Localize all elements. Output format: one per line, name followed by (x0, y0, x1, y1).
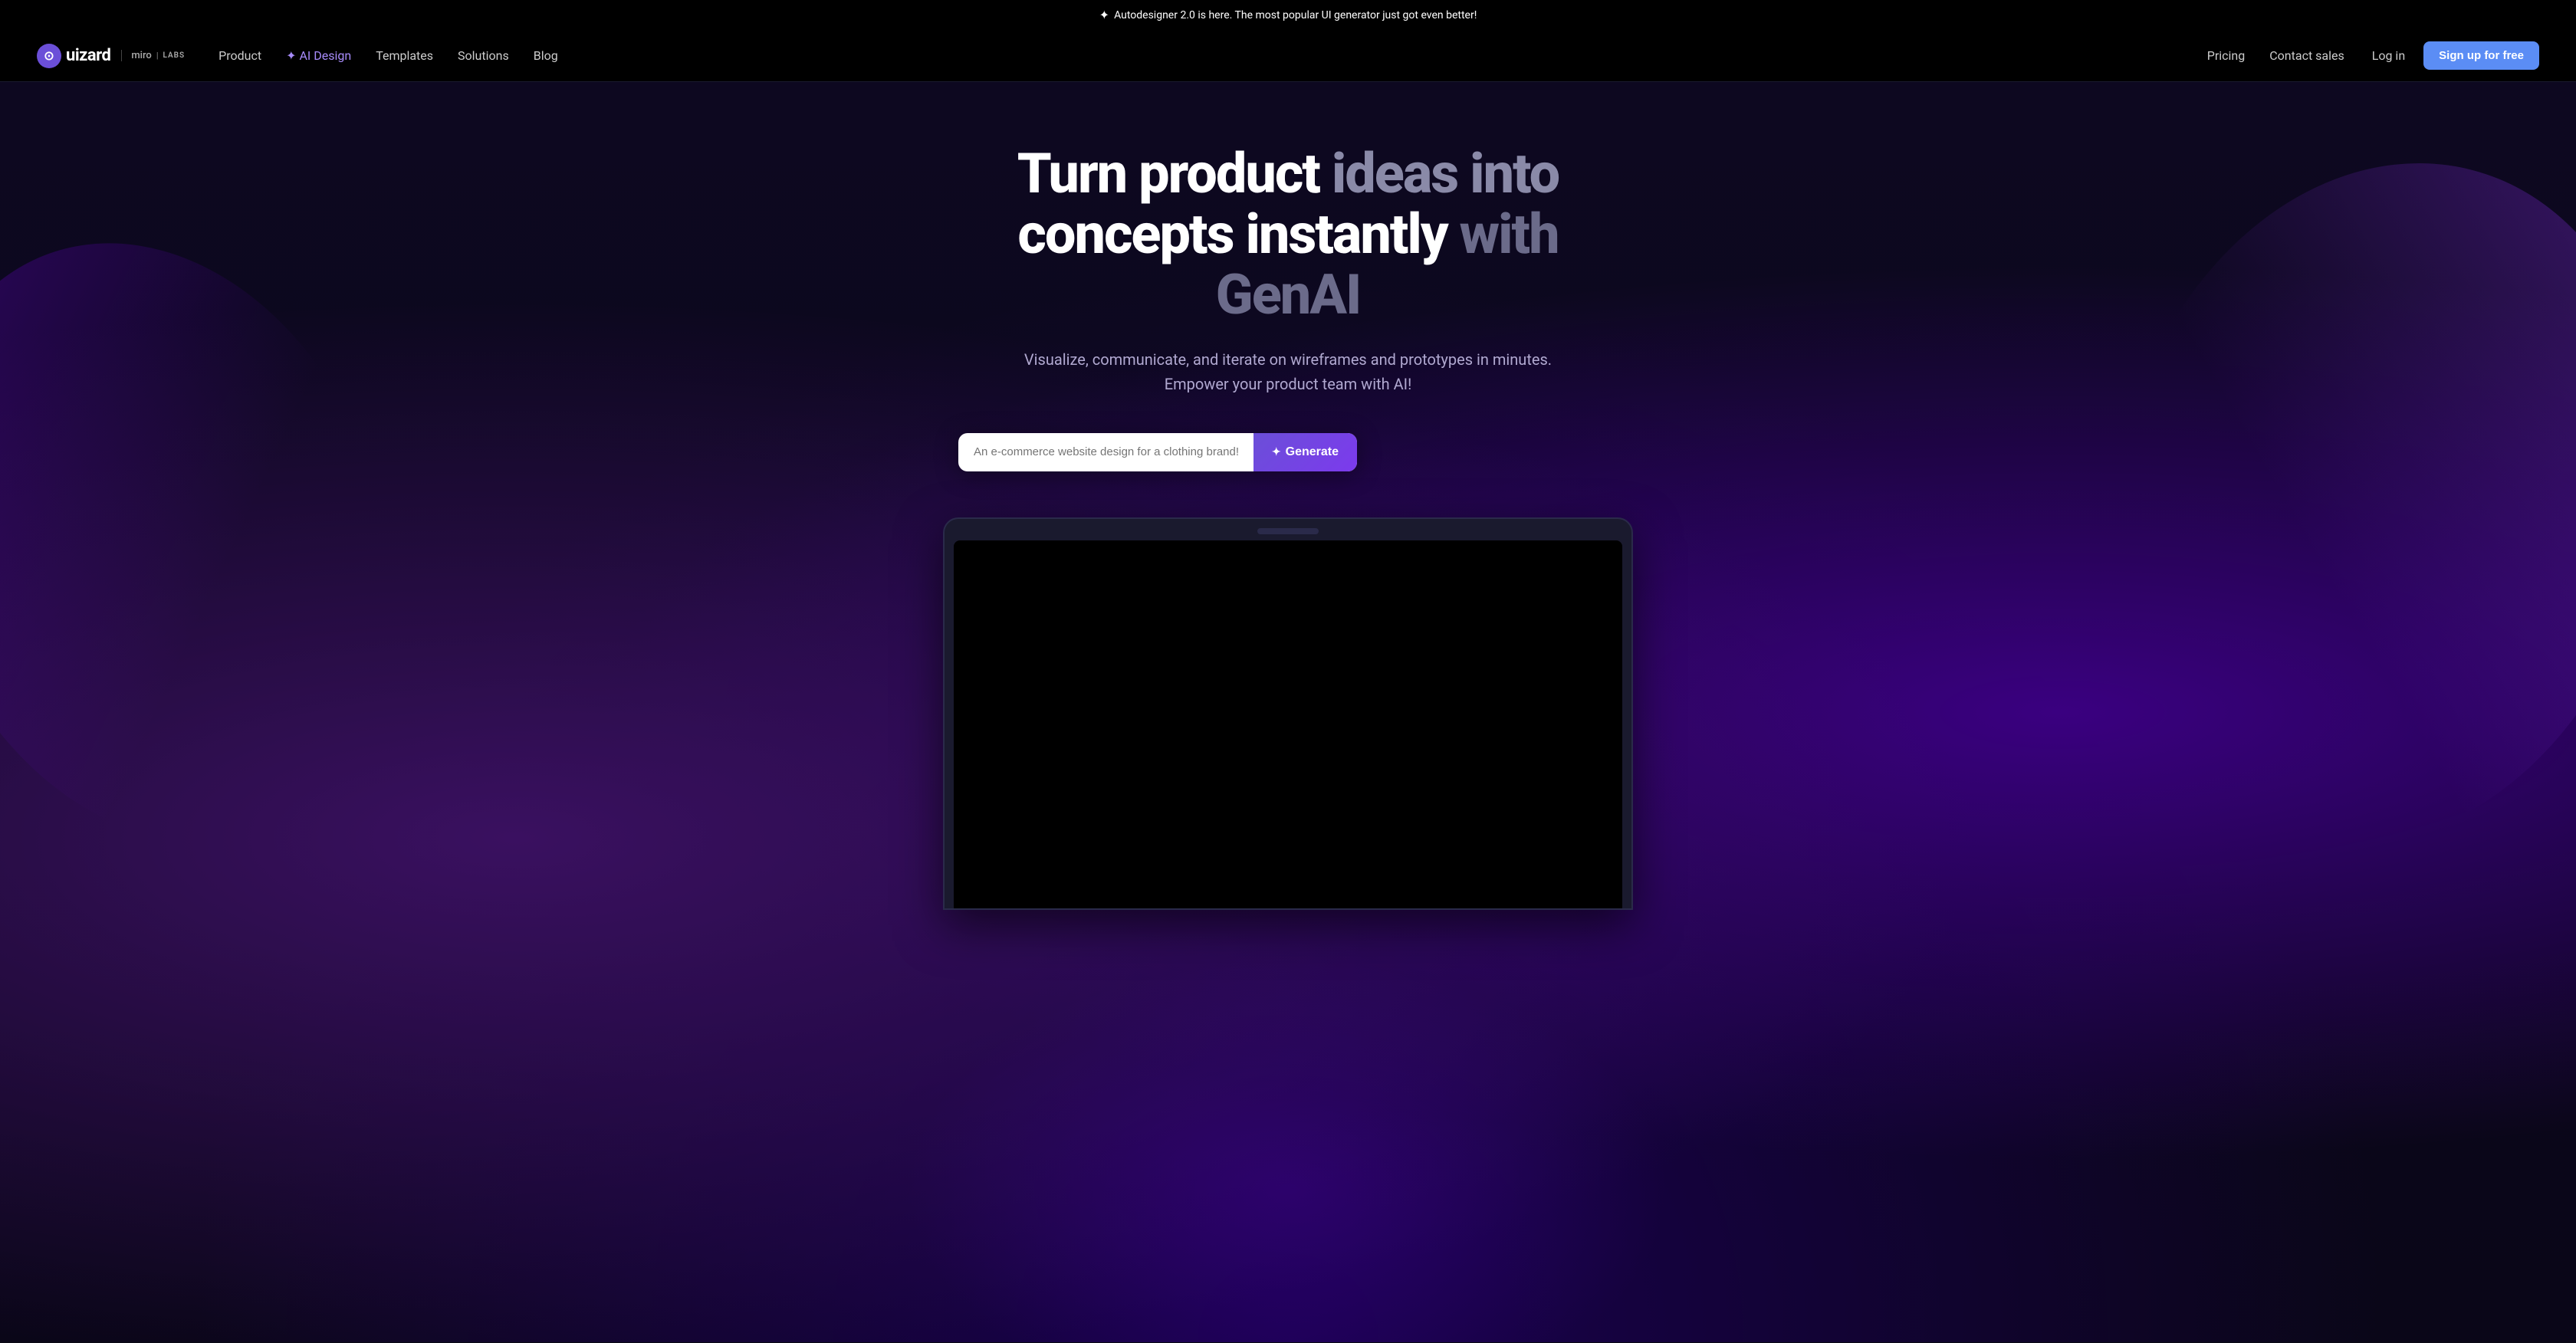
navbar: ⊙ uizard miro | LABS Product ✦ AI Design… (0, 30, 2576, 82)
hero-section: Turn product ideas into concepts instant… (0, 82, 2576, 1342)
hero-title: Turn product ideas into concepts instant… (958, 143, 1618, 326)
ai-sparkle-icon: ✦ (286, 48, 296, 63)
hero-title-white2: concepts instantly (1017, 202, 1459, 267)
announcement-bar: ✦ Autodesigner 2.0 is here. The most pop… (0, 0, 2576, 30)
labs-text: LABS (163, 51, 186, 60)
nav-link-contact-sales[interactable]: Contact sales (2260, 42, 2353, 69)
nav-link-ai-design[interactable]: ✦ AI Design (277, 42, 360, 69)
announcement-text: Autodesigner 2.0 is here. The most popul… (1114, 9, 1477, 21)
nav-link-product[interactable]: Product (209, 42, 271, 69)
logo-icon: ⊙ (37, 44, 61, 68)
ai-design-label: AI Design (299, 48, 351, 63)
nav-link-pricing[interactable]: Pricing (2198, 42, 2255, 69)
nav-link-blog[interactable]: Blog (524, 42, 567, 69)
miro-badge: miro | LABS (121, 50, 185, 61)
generate-label: Generate (1286, 445, 1339, 459)
hero-content: Turn product ideas into concepts instant… (943, 143, 1633, 517)
sparkle-icon: ✦ (1099, 8, 1109, 22)
generate-button[interactable]: ✦ Generate (1254, 433, 1357, 471)
nav-left: ⊙ uizard miro | LABS Product ✦ AI Design… (37, 42, 567, 69)
hero-subtitle: Visualize, communicate, and iterate on w… (1012, 347, 1564, 396)
nav-links: Product ✦ AI Design Templates Solutions … (209, 42, 567, 69)
laptop-mockup (943, 517, 1633, 910)
generate-bar: ✦ Generate (958, 433, 1357, 471)
logo-area: ⊙ uizard miro | LABS (37, 44, 185, 68)
nav-link-solutions[interactable]: Solutions (449, 42, 518, 69)
bg-beam-left (0, 176, 475, 909)
nav-right: Pricing Contact sales Log in Sign up for… (2198, 41, 2539, 70)
laptop-notch (1257, 528, 1319, 534)
generate-sparkle-icon: ✦ (1272, 445, 1281, 458)
generate-input[interactable] (958, 433, 1254, 471)
uizard-logo[interactable]: ⊙ uizard (37, 44, 110, 68)
miro-text: miro (131, 50, 151, 61)
logo-text: uizard (66, 46, 110, 65)
hero-title-white1: Turn product (1017, 141, 1332, 206)
laptop-frame (943, 517, 1633, 910)
laptop-screen (954, 540, 1622, 908)
bg-beam-right (2036, 101, 2576, 907)
signup-button[interactable]: Sign up for free (2423, 41, 2539, 70)
nav-link-templates[interactable]: Templates (366, 42, 442, 69)
login-link[interactable]: Log in (2360, 42, 2417, 69)
hero-title-gray1: ideas into (1332, 141, 1559, 206)
bg-beam-center (905, 959, 1671, 1342)
